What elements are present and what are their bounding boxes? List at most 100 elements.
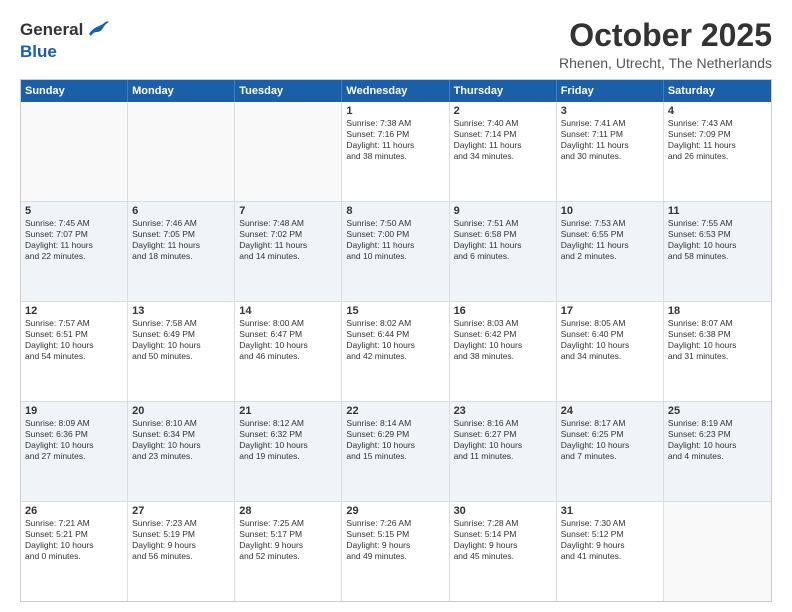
day-cell-20: 20Sunrise: 8:10 AM Sunset: 6:34 PM Dayli… (128, 402, 235, 501)
weekday-header-wednesday: Wednesday (342, 80, 449, 102)
day-cell-1: 1Sunrise: 7:38 AM Sunset: 7:16 PM Daylig… (342, 102, 449, 201)
day-number: 2 (454, 105, 552, 117)
calendar-row-3: 19Sunrise: 8:09 AM Sunset: 6:36 PM Dayli… (21, 402, 771, 502)
day-info: Sunrise: 8:19 AM Sunset: 6:23 PM Dayligh… (668, 418, 767, 462)
calendar-row-0: 1Sunrise: 7:38 AM Sunset: 7:16 PM Daylig… (21, 102, 771, 202)
day-cell-12: 12Sunrise: 7:57 AM Sunset: 6:51 PM Dayli… (21, 302, 128, 401)
day-info: Sunrise: 8:12 AM Sunset: 6:32 PM Dayligh… (239, 418, 337, 462)
day-number: 12 (25, 305, 123, 317)
empty-cell-0-0 (21, 102, 128, 201)
day-info: Sunrise: 8:14 AM Sunset: 6:29 PM Dayligh… (346, 418, 444, 462)
day-info: Sunrise: 7:48 AM Sunset: 7:02 PM Dayligh… (239, 218, 337, 262)
day-cell-27: 27Sunrise: 7:23 AM Sunset: 5:19 PM Dayli… (128, 502, 235, 601)
logo-blue: Blue (20, 42, 109, 62)
weekday-header-thursday: Thursday (450, 80, 557, 102)
day-cell-13: 13Sunrise: 7:58 AM Sunset: 6:49 PM Dayli… (128, 302, 235, 401)
logo: General Blue (20, 18, 109, 62)
day-number: 30 (454, 505, 552, 517)
logo-general: General (20, 20, 83, 40)
day-cell-10: 10Sunrise: 7:53 AM Sunset: 6:55 PM Dayli… (557, 202, 664, 301)
empty-cell-0-2 (235, 102, 342, 201)
month-title: October 2025 (559, 18, 772, 53)
title-block: October 2025 Rhenen, Utrecht, The Nether… (559, 18, 772, 71)
day-info: Sunrise: 8:00 AM Sunset: 6:47 PM Dayligh… (239, 318, 337, 362)
day-cell-8: 8Sunrise: 7:50 AM Sunset: 7:00 PM Daylig… (342, 202, 449, 301)
day-cell-22: 22Sunrise: 8:14 AM Sunset: 6:29 PM Dayli… (342, 402, 449, 501)
day-number: 24 (561, 405, 659, 417)
day-cell-30: 30Sunrise: 7:28 AM Sunset: 5:14 PM Dayli… (450, 502, 557, 601)
day-number: 6 (132, 205, 230, 217)
logo-bird-icon (85, 18, 109, 42)
empty-cell-0-1 (128, 102, 235, 201)
day-info: Sunrise: 7:57 AM Sunset: 6:51 PM Dayligh… (25, 318, 123, 362)
day-cell-28: 28Sunrise: 7:25 AM Sunset: 5:17 PM Dayli… (235, 502, 342, 601)
day-number: 18 (668, 305, 767, 317)
day-number: 21 (239, 405, 337, 417)
day-cell-31: 31Sunrise: 7:30 AM Sunset: 5:12 PM Dayli… (557, 502, 664, 601)
calendar-header: SundayMondayTuesdayWednesdayThursdayFrid… (21, 80, 771, 102)
header: General Blue October 2025 Rhenen, Utrech… (20, 18, 772, 71)
day-number: 25 (668, 405, 767, 417)
day-cell-24: 24Sunrise: 8:17 AM Sunset: 6:25 PM Dayli… (557, 402, 664, 501)
day-info: Sunrise: 7:21 AM Sunset: 5:21 PM Dayligh… (25, 518, 123, 562)
day-number: 3 (561, 105, 659, 117)
day-number: 31 (561, 505, 659, 517)
day-info: Sunrise: 8:02 AM Sunset: 6:44 PM Dayligh… (346, 318, 444, 362)
day-cell-15: 15Sunrise: 8:02 AM Sunset: 6:44 PM Dayli… (342, 302, 449, 401)
day-info: Sunrise: 7:26 AM Sunset: 5:15 PM Dayligh… (346, 518, 444, 562)
day-info: Sunrise: 8:10 AM Sunset: 6:34 PM Dayligh… (132, 418, 230, 462)
day-info: Sunrise: 8:07 AM Sunset: 6:38 PM Dayligh… (668, 318, 767, 362)
day-cell-3: 3Sunrise: 7:41 AM Sunset: 7:11 PM Daylig… (557, 102, 664, 201)
weekday-header-sunday: Sunday (21, 80, 128, 102)
day-info: Sunrise: 8:17 AM Sunset: 6:25 PM Dayligh… (561, 418, 659, 462)
day-cell-5: 5Sunrise: 7:45 AM Sunset: 7:07 PM Daylig… (21, 202, 128, 301)
day-info: Sunrise: 7:46 AM Sunset: 7:05 PM Dayligh… (132, 218, 230, 262)
day-number: 28 (239, 505, 337, 517)
day-info: Sunrise: 7:23 AM Sunset: 5:19 PM Dayligh… (132, 518, 230, 562)
day-number: 5 (25, 205, 123, 217)
day-number: 22 (346, 405, 444, 417)
day-number: 27 (132, 505, 230, 517)
day-number: 13 (132, 305, 230, 317)
day-info: Sunrise: 7:43 AM Sunset: 7:09 PM Dayligh… (668, 118, 767, 162)
day-number: 23 (454, 405, 552, 417)
day-number: 15 (346, 305, 444, 317)
day-number: 14 (239, 305, 337, 317)
day-info: Sunrise: 7:40 AM Sunset: 7:14 PM Dayligh… (454, 118, 552, 162)
day-info: Sunrise: 7:28 AM Sunset: 5:14 PM Dayligh… (454, 518, 552, 562)
day-cell-11: 11Sunrise: 7:55 AM Sunset: 6:53 PM Dayli… (664, 202, 771, 301)
weekday-header-tuesday: Tuesday (235, 80, 342, 102)
day-info: Sunrise: 7:25 AM Sunset: 5:17 PM Dayligh… (239, 518, 337, 562)
day-cell-2: 2Sunrise: 7:40 AM Sunset: 7:14 PM Daylig… (450, 102, 557, 201)
day-number: 17 (561, 305, 659, 317)
day-info: Sunrise: 7:55 AM Sunset: 6:53 PM Dayligh… (668, 218, 767, 262)
day-cell-29: 29Sunrise: 7:26 AM Sunset: 5:15 PM Dayli… (342, 502, 449, 601)
day-number: 20 (132, 405, 230, 417)
day-info: Sunrise: 7:38 AM Sunset: 7:16 PM Dayligh… (346, 118, 444, 162)
day-number: 9 (454, 205, 552, 217)
calendar-row-1: 5Sunrise: 7:45 AM Sunset: 7:07 PM Daylig… (21, 202, 771, 302)
page: General Blue October 2025 Rhenen, Utrech… (0, 0, 792, 612)
calendar-row-4: 26Sunrise: 7:21 AM Sunset: 5:21 PM Dayli… (21, 502, 771, 601)
day-cell-19: 19Sunrise: 8:09 AM Sunset: 6:36 PM Dayli… (21, 402, 128, 501)
day-info: Sunrise: 7:51 AM Sunset: 6:58 PM Dayligh… (454, 218, 552, 262)
day-info: Sunrise: 7:50 AM Sunset: 7:00 PM Dayligh… (346, 218, 444, 262)
day-cell-4: 4Sunrise: 7:43 AM Sunset: 7:09 PM Daylig… (664, 102, 771, 201)
day-info: Sunrise: 7:41 AM Sunset: 7:11 PM Dayligh… (561, 118, 659, 162)
day-cell-25: 25Sunrise: 8:19 AM Sunset: 6:23 PM Dayli… (664, 402, 771, 501)
day-number: 26 (25, 505, 123, 517)
day-number: 19 (25, 405, 123, 417)
day-number: 16 (454, 305, 552, 317)
calendar: SundayMondayTuesdayWednesdayThursdayFrid… (20, 79, 772, 602)
day-cell-26: 26Sunrise: 7:21 AM Sunset: 5:21 PM Dayli… (21, 502, 128, 601)
day-info: Sunrise: 8:05 AM Sunset: 6:40 PM Dayligh… (561, 318, 659, 362)
day-cell-21: 21Sunrise: 8:12 AM Sunset: 6:32 PM Dayli… (235, 402, 342, 501)
day-cell-16: 16Sunrise: 8:03 AM Sunset: 6:42 PM Dayli… (450, 302, 557, 401)
day-info: Sunrise: 7:58 AM Sunset: 6:49 PM Dayligh… (132, 318, 230, 362)
day-info: Sunrise: 7:45 AM Sunset: 7:07 PM Dayligh… (25, 218, 123, 262)
weekday-header-monday: Monday (128, 80, 235, 102)
day-cell-6: 6Sunrise: 7:46 AM Sunset: 7:05 PM Daylig… (128, 202, 235, 301)
day-info: Sunrise: 8:03 AM Sunset: 6:42 PM Dayligh… (454, 318, 552, 362)
day-cell-18: 18Sunrise: 8:07 AM Sunset: 6:38 PM Dayli… (664, 302, 771, 401)
day-cell-7: 7Sunrise: 7:48 AM Sunset: 7:02 PM Daylig… (235, 202, 342, 301)
